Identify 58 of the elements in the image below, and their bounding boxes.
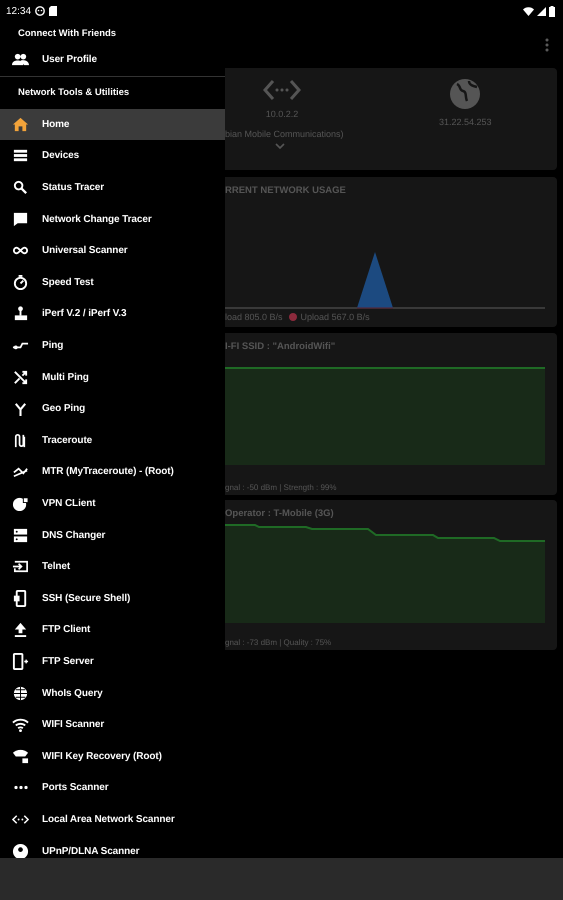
drawer-item[interactable]: Ports Scanner bbox=[0, 772, 225, 804]
public-ip: 31.22.54.253 bbox=[439, 117, 492, 127]
drawer-item[interactable]: FTP Server bbox=[0, 646, 225, 678]
drawer-item[interactable]: WhoIs Query bbox=[0, 677, 225, 709]
drawer-item[interactable]: User Profile bbox=[0, 44, 225, 76]
card-title: Operator : T-Mobile (3G) bbox=[225, 507, 335, 519]
legend-label: load 805.0 B/s bbox=[225, 312, 283, 322]
drawer-item[interactable]: Geo Ping bbox=[0, 392, 225, 425]
sd-card-icon bbox=[49, 6, 58, 16]
drawer-item[interactable]: UPnP/DLNA Scanner bbox=[0, 835, 225, 858]
chat-icon bbox=[12, 210, 29, 228]
face-icon bbox=[35, 6, 46, 16]
drawer-item[interactable]: WIFI Key Recovery (Root) bbox=[0, 740, 225, 772]
shuffle-icon bbox=[12, 368, 29, 386]
signal-icon bbox=[537, 6, 546, 16]
wifi-icon bbox=[12, 716, 29, 734]
drawer-item[interactable]: Speed Test bbox=[0, 266, 225, 298]
phone-icon bbox=[12, 590, 29, 607]
timer-icon bbox=[12, 274, 29, 291]
section-header: Connect With Friends bbox=[17, 26, 118, 40]
provider-name: bian Mobile Communications) bbox=[225, 129, 345, 139]
drawer-item[interactable]: iPerf V.2 / iPerf V.3 bbox=[0, 298, 225, 330]
signal-readout: gnal : -50 dBm | Strength : 99% bbox=[225, 483, 338, 492]
device-icon bbox=[12, 652, 29, 670]
status-time: 12:34 bbox=[6, 6, 32, 16]
drawer-item[interactable]: VPN CLient bbox=[0, 488, 225, 520]
search-icon bbox=[12, 179, 29, 196]
drawer-item[interactable]: WIFI Scanner bbox=[0, 708, 225, 740]
section-header: Network Tools & Utilities bbox=[17, 86, 130, 100]
card-title: RRENT NETWORK USAGE bbox=[225, 184, 347, 196]
drawer-item[interactable]: SSH (Secure Shell) bbox=[0, 582, 225, 614]
legend-label: Upload 567.0 B/s bbox=[300, 312, 370, 322]
drawer-item[interactable]: Traceroute bbox=[0, 424, 225, 456]
drawer-item[interactable]: Multi Ping bbox=[0, 361, 225, 393]
code-icon bbox=[263, 78, 301, 102]
card-title: I-FI SSID : "AndroidWifi" bbox=[225, 340, 336, 352]
drawer-item[interactable]: Network Change Tracer bbox=[0, 203, 225, 235]
local-ip: 10.0.2.2 bbox=[266, 109, 298, 119]
drawer-item[interactable]: Ping bbox=[0, 330, 225, 362]
chevron-down-icon[interactable] bbox=[275, 143, 285, 150]
drawer-item[interactable]: Status Tracer bbox=[0, 172, 225, 204]
more-icon[interactable] bbox=[545, 38, 549, 52]
drawer-item[interactable]: MTR (MyTraceroute) - (Root) bbox=[0, 456, 225, 488]
drawer-item[interactable]: FTP Client bbox=[0, 614, 225, 646]
drawer-item[interactable]: Universal Scanner bbox=[0, 234, 225, 267]
drawer-item[interactable]: DNS Changer bbox=[0, 519, 225, 551]
signal-readout: gnal : -73 dBm | Quality : 75% bbox=[225, 638, 332, 647]
home-icon bbox=[12, 116, 29, 133]
drawer-item[interactable]: Telnet bbox=[0, 550, 225, 582]
drawer-item[interactable]: Local Area Network Scanner bbox=[0, 804, 225, 836]
battery-icon bbox=[549, 6, 555, 16]
drawer-item[interactable]: Devices bbox=[0, 140, 225, 172]
joystick-icon bbox=[12, 305, 29, 322]
wifi-icon bbox=[523, 6, 534, 16]
drawer-item[interactable]: Home bbox=[0, 108, 225, 140]
server-icon bbox=[12, 526, 29, 544]
dots-icon bbox=[14, 785, 28, 790]
upload-icon bbox=[12, 621, 29, 638]
